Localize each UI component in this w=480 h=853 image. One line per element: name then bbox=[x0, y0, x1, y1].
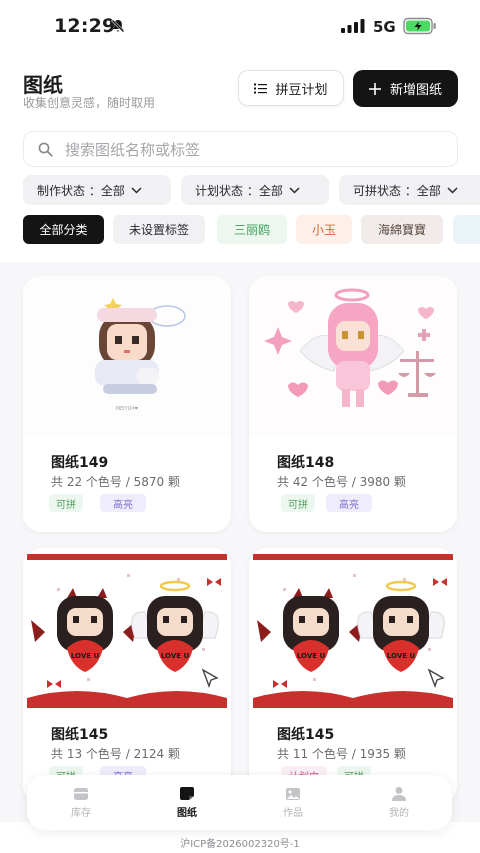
signal-icon bbox=[341, 19, 365, 33]
tab-label: 我的 bbox=[389, 808, 409, 819]
love-text: LOVE U bbox=[297, 652, 326, 660]
status-bar: 12:29 5G bbox=[0, 0, 480, 52]
balance-scale-icon bbox=[398, 351, 436, 397]
doll-pixel-art-image: MEIYIXI❤ bbox=[95, 298, 186, 412]
tag-highlight: 高亮 bbox=[326, 494, 372, 512]
drawing-grid: MEIYIXI❤ 图纸149 共 22 个色号 / 5870 颗 可拼 高亮 图… bbox=[0, 262, 480, 822]
search-icon bbox=[38, 142, 53, 157]
tab-inventory[interactable]: 库存 bbox=[41, 775, 121, 830]
card-meta: 共 13 个色号 / 2124 颗 bbox=[51, 747, 180, 761]
chevron-down-icon bbox=[447, 186, 458, 194]
filter-row: 制作状态 ：全部 计划状态 ：全部 可拼状态 ：全部 bbox=[23, 175, 480, 205]
filter-label: 计划状态 ：全部 bbox=[195, 183, 283, 198]
network-label: 5G bbox=[373, 18, 396, 36]
tag-buildable: 可拼 bbox=[281, 494, 315, 512]
card-title: 图纸145 bbox=[277, 727, 335, 743]
battery-icon bbox=[403, 17, 436, 35]
bell-muted-icon bbox=[111, 19, 125, 33]
category-chips: 全部分类 未设置标签 三丽鸥 小玉 海綿寶寶 bbox=[23, 215, 480, 245]
angel-pixel-art-image bbox=[264, 288, 436, 407]
list-icon bbox=[254, 83, 268, 93]
card-title: 图纸148 bbox=[277, 455, 335, 471]
tab-drawings[interactable]: 图纸 bbox=[147, 775, 227, 830]
chip-xiaoyu[interactable]: 小玉 bbox=[296, 215, 352, 244]
user-icon bbox=[392, 787, 406, 801]
search-input[interactable]: 搜索图纸名称或标签 bbox=[23, 131, 458, 167]
tab-label: 图纸 bbox=[177, 808, 197, 819]
svg-text:MEIYIXI❤: MEIYIXI❤ bbox=[116, 406, 139, 412]
filter-buildable-status[interactable]: 可拼状态 ：全部 bbox=[339, 175, 480, 205]
card-meta: 共 42 个色号 / 3980 颗 bbox=[277, 475, 406, 489]
drawing-thumbnail bbox=[249, 276, 457, 436]
card-title: 图纸145 bbox=[51, 727, 109, 743]
tab-label: 库存 bbox=[71, 807, 91, 819]
add-drawing-button[interactable]: 新增图纸 bbox=[353, 70, 458, 107]
drawing-card[interactable]: LOVE U LOVE U 图纸145 共 13 个色号 / 2124 颗 可拼… bbox=[23, 548, 231, 804]
card-title: 图纸149 bbox=[51, 455, 109, 471]
add-drawing-label: 新增图纸 bbox=[389, 83, 442, 98]
drawing-thumbnail: LOVE U LOVE U bbox=[23, 548, 231, 708]
bead-plan-button[interactable]: 拼豆计划 bbox=[238, 70, 344, 106]
chip-spongebob[interactable]: 海綿寶寶 bbox=[361, 215, 443, 244]
devil-angel-pixel-art-image: LOVE U LOVE U bbox=[27, 554, 227, 708]
filter-make-status[interactable]: 制作状态 ：全部 bbox=[23, 175, 171, 205]
tag-buildable: 可拼 bbox=[49, 494, 83, 512]
tab-label: 作品 bbox=[283, 807, 303, 819]
love-text: LOVE U bbox=[71, 652, 100, 660]
devil-angel-pixel-art-image: LOVE U LOVE U bbox=[253, 554, 453, 708]
drawing-thumbnail: MEIYIXI❤ bbox=[23, 276, 231, 436]
chip-untagged[interactable]: 未设置标签 bbox=[113, 215, 205, 244]
chip-all[interactable]: 全部分类 bbox=[23, 215, 104, 244]
drawing-card[interactable]: LOVE U LOVE U 图纸145 共 11 个色号 / 1935 颗 计划… bbox=[249, 548, 457, 804]
app-root: 12:29 5G 图纸 收集创意灵感，随时取用 拼豆计划 新增图纸 搜索图纸名称… bbox=[0, 0, 480, 853]
card-meta: 共 22 个色号 / 5870 颗 bbox=[51, 475, 180, 489]
page-header: 图纸 收集创意灵感，随时取用 拼豆计划 新增图纸 bbox=[0, 60, 480, 120]
tag-highlight: 高亮 bbox=[100, 494, 146, 512]
status-time: 12:29 bbox=[54, 15, 116, 37]
drawing-icon bbox=[180, 787, 194, 800]
drawing-thumbnail: LOVE U LOVE U bbox=[249, 548, 457, 708]
card-meta: 共 11 个色号 / 1935 颗 bbox=[277, 747, 406, 761]
chip-sanrio[interactable]: 三丽鸥 bbox=[217, 215, 287, 244]
image-icon bbox=[286, 787, 300, 800]
tab-profile[interactable]: 我的 bbox=[359, 775, 439, 830]
drawing-card[interactable]: 图纸148 共 42 个色号 / 3980 颗 可拼 高亮 bbox=[249, 276, 457, 532]
icp-footer[interactable]: 沪ICP备2026002320号-1 bbox=[0, 835, 480, 850]
love-text: LOVE U bbox=[161, 652, 190, 660]
search-placeholder: 搜索图纸名称或标签 bbox=[65, 140, 201, 159]
filter-plan-status[interactable]: 计划状态 ：全部 bbox=[181, 175, 329, 205]
plus-icon bbox=[368, 82, 381, 95]
filter-label: 制作状态 ：全部 bbox=[37, 183, 125, 198]
inventory-icon bbox=[74, 787, 88, 800]
filter-label: 可拼状态 ：全部 bbox=[353, 183, 441, 198]
love-text: LOVE U bbox=[387, 652, 416, 660]
chip-more[interactable] bbox=[453, 215, 480, 244]
chevron-down-icon bbox=[131, 186, 142, 194]
chevron-down-icon bbox=[289, 186, 300, 194]
tab-works[interactable]: 作品 bbox=[253, 775, 333, 830]
drawing-card[interactable]: MEIYIXI❤ 图纸149 共 22 个色号 / 5870 颗 可拼 高亮 bbox=[23, 276, 231, 532]
page-subtitle: 收集创意灵感，随时取用 bbox=[23, 96, 156, 110]
bead-plan-label: 拼豆计划 bbox=[275, 82, 328, 98]
bottom-tab-bar: 库存 图纸 作品 我的 bbox=[27, 775, 452, 830]
